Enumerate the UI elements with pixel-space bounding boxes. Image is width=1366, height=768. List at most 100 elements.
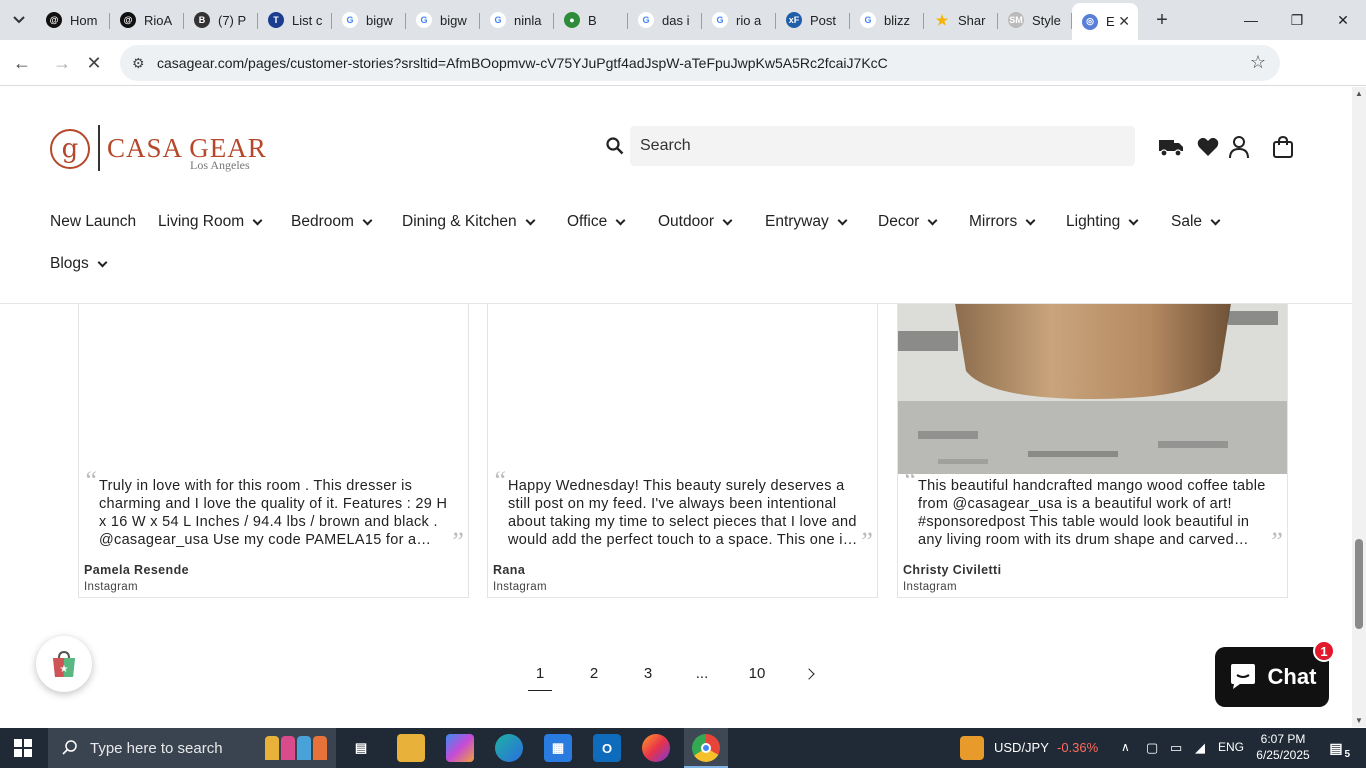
chat-button[interactable]: Chat [1215, 647, 1329, 707]
maximize-button[interactable]: ❐ [1274, 0, 1320, 40]
stop-loading-button[interactable]: ✕ [82, 51, 106, 75]
chevron-down-icon [252, 215, 263, 225]
star-icon: ★ [935, 11, 949, 28]
story-image [898, 291, 1287, 474]
show-hidden-icons-chevron-icon[interactable]: ∧ [1121, 740, 1130, 754]
currency-ticker-icon[interactable] [960, 736, 984, 760]
menu-item-label: New Launch [50, 213, 137, 230]
casa-gear-logo[interactable]: g CASA GEAR Los Angeles [50, 125, 266, 175]
story-card[interactable]: “ Truly in love with for this room . Thi… [78, 290, 469, 598]
windows-start-icon[interactable] [14, 739, 32, 757]
battery-icon[interactable]: ▭ [1170, 740, 1182, 756]
firefox-icon[interactable] [642, 734, 670, 762]
logo-divider [98, 125, 100, 171]
minimize-button[interactable]: — [1228, 0, 1274, 40]
menu-item-sale[interactable]: Sale [1171, 213, 1221, 231]
browser-tab[interactable]: Gbigw [332, 5, 406, 35]
copilot-icon[interactable] [446, 734, 474, 762]
browser-tab[interactable]: SM Style [998, 5, 1072, 35]
page-link-10[interactable]: 10 [744, 665, 770, 682]
logo-subtitle: Los Angeles [190, 158, 250, 172]
story-card[interactable]: “ Happy Wednesday! This beauty surely de… [487, 290, 878, 598]
menu-item-office[interactable]: Office [567, 213, 626, 231]
account-user-icon[interactable] [1226, 135, 1252, 159]
back-button[interactable]: ← [10, 51, 34, 75]
ticker-pair[interactable]: USD/JPY [994, 740, 1049, 755]
file-explorer-icon[interactable] [397, 734, 425, 762]
site-header: g CASA GEAR Los Angeles Search New Launc… [0, 87, 1352, 304]
browser-tab[interactable]: Gblizz [850, 5, 924, 35]
page-link-2[interactable]: 2 [582, 665, 606, 682]
browser-tab[interactable]: Gdas i [628, 5, 702, 35]
story-text: Happy Wednesday! This beauty surely dese… [508, 478, 857, 548]
next-page-chevron-icon[interactable] [803, 668, 815, 680]
browser-tab[interactable]: @ RioA [110, 5, 184, 35]
scroll-up-arrow-icon[interactable]: ▲ [1355, 89, 1363, 98]
bookmark-star-icon[interactable]: ☆ [1250, 52, 1266, 73]
ticker-change[interactable]: -0.36% [1057, 740, 1098, 755]
browser-tab[interactable]: B (7) P [184, 5, 258, 35]
menu-item-label: Mirrors [969, 213, 1018, 230]
quote-close-icon: ” [449, 527, 464, 556]
wifi-icon[interactable]: ◢ [1195, 740, 1205, 756]
browser-tab[interactable]: xF Post [776, 5, 850, 35]
page-link-3[interactable]: 3 [636, 665, 660, 682]
scroll-down-arrow-icon[interactable]: ▼ [1355, 716, 1363, 725]
page-scrollbar[interactable]: ▲ ▼ [1352, 87, 1366, 727]
tab-title: ninla [514, 12, 542, 28]
search-input[interactable]: Search [630, 126, 1135, 166]
browser-tab[interactable]: @ Hom [36, 5, 110, 35]
input-language[interactable]: ENG [1218, 740, 1244, 754]
forward-button[interactable]: → [50, 51, 74, 75]
close-tab-icon[interactable]: ✕ [1118, 13, 1130, 30]
menu-item-new-launch[interactable]: New Launch [50, 213, 136, 231]
browser-tab[interactable]: ◎ E ✕ [1072, 3, 1138, 40]
browser-tab[interactable]: Gbigw [406, 5, 480, 35]
google-icon: G [860, 12, 876, 28]
menu-item-dining-kitchen[interactable]: Dining & Kitchen [402, 213, 536, 231]
browser-tab[interactable]: ● B [554, 5, 628, 35]
story-card[interactable]: “ This beautiful handcrafted mango wood … [897, 290, 1288, 598]
chevron-down-icon [1025, 215, 1036, 225]
menu-item-mirrors[interactable]: Mirrors [969, 213, 1036, 231]
browser-tab[interactable]: T List c [258, 5, 332, 35]
cart-bag-icon[interactable] [1270, 135, 1296, 159]
scrollbar-thumb[interactable] [1355, 539, 1363, 629]
wishlist-heart-icon[interactable] [1195, 135, 1221, 159]
menu-item-entryway[interactable]: Entryway [765, 213, 848, 231]
search-icon[interactable] [606, 137, 624, 155]
tab-title: blizz [884, 12, 911, 28]
shopping-bag-widget[interactable]: ★ [36, 636, 92, 692]
taskbar-clock[interactable]: 6:07 PM 6/25/2025 [1254, 731, 1312, 763]
chrome-icon[interactable] [692, 734, 720, 762]
outlook-icon[interactable]: O [593, 734, 621, 762]
tab-search-button[interactable] [6, 8, 32, 32]
site-info-icon[interactable]: ⚙ [132, 55, 145, 72]
browser-tab[interactable]: ★ Shar [924, 5, 998, 35]
page-link-1[interactable]: 1 [528, 665, 552, 691]
menu-item-outdoor[interactable]: Outdoor [658, 213, 733, 231]
menu-item-decor[interactable]: Decor [878, 213, 938, 231]
menu-item-lighting[interactable]: Lighting [1066, 213, 1139, 231]
meet-now-icon[interactable]: ▢ [1146, 740, 1158, 756]
delivery-truck-icon[interactable] [1158, 135, 1184, 159]
svg-text:★: ★ [60, 664, 69, 675]
store-icon[interactable]: ▦ [544, 734, 572, 762]
menu-item-bedroom[interactable]: Bedroom [291, 213, 373, 231]
menu-item-living-room[interactable]: Living Room [158, 213, 263, 231]
menu-item-blogs[interactable]: Blogs [50, 255, 108, 273]
new-tab-button[interactable]: + [1150, 8, 1174, 32]
tab-title: Style [1032, 12, 1061, 28]
browser-tab[interactable]: Grio a [702, 5, 776, 35]
edge-icon[interactable] [495, 734, 523, 762]
search-highlight-people-icon[interactable] [258, 734, 334, 762]
story-author: Rana [493, 563, 526, 577]
browser-tab[interactable]: Gninla [480, 5, 554, 35]
notification-center-icon[interactable]: ▤ 5 [1322, 734, 1350, 762]
close-window-button[interactable]: ✕ [1320, 0, 1366, 40]
chat-bubble-icon [1230, 664, 1255, 689]
address-bar[interactable]: ⚙ casagear.com/pages/customer-stories?sr… [120, 45, 1280, 81]
task-view-icon[interactable]: ▤ [347, 734, 375, 762]
google-icon: G [712, 12, 728, 28]
url-text[interactable]: casagear.com/pages/customer-stories?srsl… [157, 55, 888, 71]
